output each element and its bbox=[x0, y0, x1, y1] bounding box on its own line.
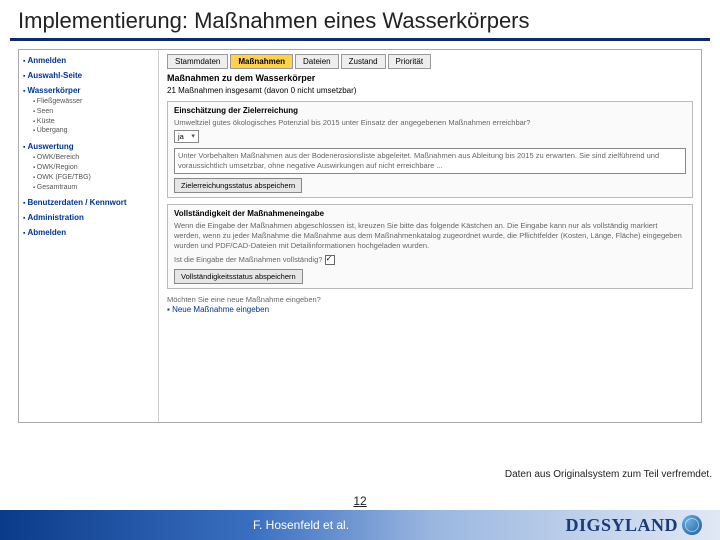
checkbox-label: Ist die Eingabe der Maßnahmen vollständi… bbox=[174, 255, 322, 264]
page-number: 12 bbox=[0, 494, 720, 508]
title-underline bbox=[10, 38, 710, 41]
brand-text: DIGSYLAND bbox=[565, 515, 678, 536]
panel-title: Vollständigkeit der Maßnahmeneingabe bbox=[174, 209, 686, 218]
disclaimer-text: Daten aus Originalsystem zum Teil verfre… bbox=[505, 469, 712, 480]
sidebar-item-benutzer[interactable]: Benutzerdaten / Kennwort bbox=[23, 198, 154, 207]
summary-line: 21 Maßnahmen insgesamt (davon 0 nicht um… bbox=[167, 86, 693, 95]
new-massnahme-link[interactable]: ▪ Neue Maßnahme eingeben bbox=[167, 305, 693, 314]
tab-dateien[interactable]: Dateien bbox=[295, 54, 339, 69]
brand-logo: DIGSYLAND bbox=[565, 515, 702, 536]
sidebar-subitem[interactable]: Küste bbox=[33, 117, 154, 127]
app-screenshot: Anmelden Auswahl-Seite Wasserkörper Flie… bbox=[18, 49, 702, 423]
sidebar-item-abmelden[interactable]: Abmelden bbox=[23, 228, 154, 237]
panel-vollstaendigkeit: Vollständigkeit der Maßnahmeneingabe Wen… bbox=[167, 204, 693, 290]
sidebar-item-admin[interactable]: Administration bbox=[23, 213, 154, 222]
save-vollstaendig-button[interactable]: Vollständigkeitsstatus abspeichern bbox=[174, 269, 303, 284]
sidebar-item-anmelden[interactable]: Anmelden bbox=[23, 56, 154, 65]
save-ziel-button[interactable]: Zielerreichungsstatus abspeichern bbox=[174, 178, 302, 193]
sidebar-item-wasserkoerper[interactable]: Wasserkörper bbox=[23, 86, 154, 95]
tab-massnahmen[interactable]: Maßnahmen bbox=[230, 54, 293, 69]
panel-title: Einschätzung der Zielerreichung bbox=[174, 106, 686, 115]
globe-icon bbox=[682, 515, 702, 535]
ziel-select[interactable]: ja bbox=[174, 130, 199, 143]
tab-zustand[interactable]: Zustand bbox=[341, 54, 386, 69]
sidebar-subitem[interactable]: OWK/Bereich bbox=[33, 153, 154, 163]
sidebar-subitem[interactable]: OWK (FGE/TBG) bbox=[33, 173, 154, 183]
sidebar-item-auswertung[interactable]: Auswertung bbox=[23, 142, 154, 151]
sidebar-subitem[interactable]: OWK/Region bbox=[33, 163, 154, 173]
panel-zielerreichung: Einschätzung der Zielerreichung Umweltzi… bbox=[167, 101, 693, 198]
sidebar-item-auswahl[interactable]: Auswahl-Seite bbox=[23, 71, 154, 80]
section-heading: Maßnahmen zu dem Wasserkörper bbox=[167, 73, 693, 83]
tab-stammdaten[interactable]: Stammdaten bbox=[167, 54, 228, 69]
main-content: Stammdaten Maßnahmen Dateien Zustand Pri… bbox=[159, 50, 701, 318]
panel-question: Umweltziel gutes ökologisches Potenzial … bbox=[174, 118, 686, 128]
sidebar-subitem[interactable]: Fließgewässer bbox=[33, 97, 154, 107]
tab-bar: Stammdaten Maßnahmen Dateien Zustand Pri… bbox=[167, 54, 693, 69]
sidebar: Anmelden Auswahl-Seite Wasserkörper Flie… bbox=[19, 50, 159, 422]
slide-title: Implementierung: Maßnahmen eines Wasserk… bbox=[0, 0, 720, 38]
new-question: Möchten Sie eine neue Maßnahme eingeben? bbox=[167, 295, 693, 305]
sidebar-subitem[interactable]: Übergang bbox=[33, 126, 154, 136]
sidebar-subitem[interactable]: Gesamtraum bbox=[33, 183, 154, 193]
ziel-textarea[interactable]: Unter Vorbehalten Maßnahmen aus der Bode… bbox=[174, 148, 686, 174]
vollstaendig-checkbox[interactable] bbox=[325, 255, 335, 265]
panel-text: Wenn die Eingabe der Maßnahmen abgeschlo… bbox=[174, 221, 686, 251]
tab-prioritaet[interactable]: Priorität bbox=[388, 54, 432, 69]
author-text: F. Hosenfeld et al. bbox=[253, 518, 349, 532]
sidebar-subitem[interactable]: Seen bbox=[33, 107, 154, 117]
footer: 12 F. Hosenfeld et al. DIGSYLAND bbox=[0, 494, 720, 540]
